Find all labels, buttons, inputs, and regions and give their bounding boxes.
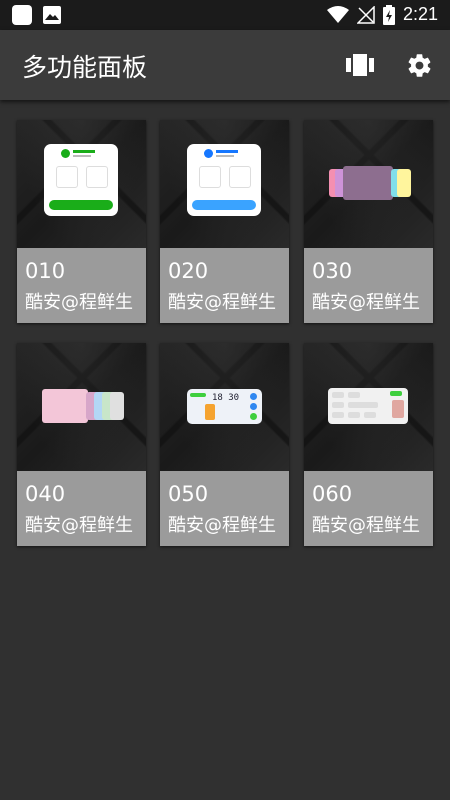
panel-card-060[interactable]: 060 酷安@程鲜生 [304,343,433,546]
panel-card-050[interactable]: 18 30 050 酷安@程鲜生 [160,343,289,546]
panel-number: 060 [312,482,353,506]
panel-author: 酷安@程鲜生 [25,515,133,536]
panel-author: 酷安@程鲜生 [312,515,420,536]
no-signal-icon [356,5,375,24]
panel-number: 030 [312,259,353,283]
page-title: 多功能面板 [22,53,148,82]
panel-card-010[interactable]: 010 酷安@程鲜生 [17,120,146,323]
panel-author: 酷安@程鲜生 [312,292,420,313]
app-notification-icon [12,5,32,25]
panel-author: 酷安@程鲜生 [25,292,133,313]
panel-card-030[interactable]: 030 酷安@程鲜生 [304,120,433,323]
panel-card-040[interactable]: 040 酷安@程鲜生 [17,343,146,546]
panel-number: 050 [168,482,209,506]
panel-author: 酷安@程鲜生 [168,292,276,313]
panel-preview-image-carousel [304,120,433,248]
panel-number: 010 [25,259,66,283]
panel-author: 酷安@程鲜生 [168,515,276,536]
panel-preview-clock-dashboard: 18 30 [160,343,289,471]
settings-gear-icon[interactable] [406,52,433,79]
app-bar: 多功能面板 [0,30,450,100]
status-bar: 2:21 [0,0,450,30]
panel-card-020[interactable]: 020 酷安@程鲜生 [160,120,289,323]
panel-preview-control-center [304,343,433,471]
panel-preview-wechat-pay [17,120,146,248]
panel-number: 020 [168,259,209,283]
preview-clock: 18 30 [212,393,240,403]
status-clock: 2:21 [402,4,438,24]
panel-preview-alipay [160,120,289,248]
image-notification-icon [43,6,61,24]
panel-number: 040 [25,482,66,506]
panel-preview-illustration-stack [17,343,146,471]
battery-charging-icon [382,4,395,25]
wifi-icon [326,5,349,23]
carousel-icon[interactable] [346,54,374,76]
